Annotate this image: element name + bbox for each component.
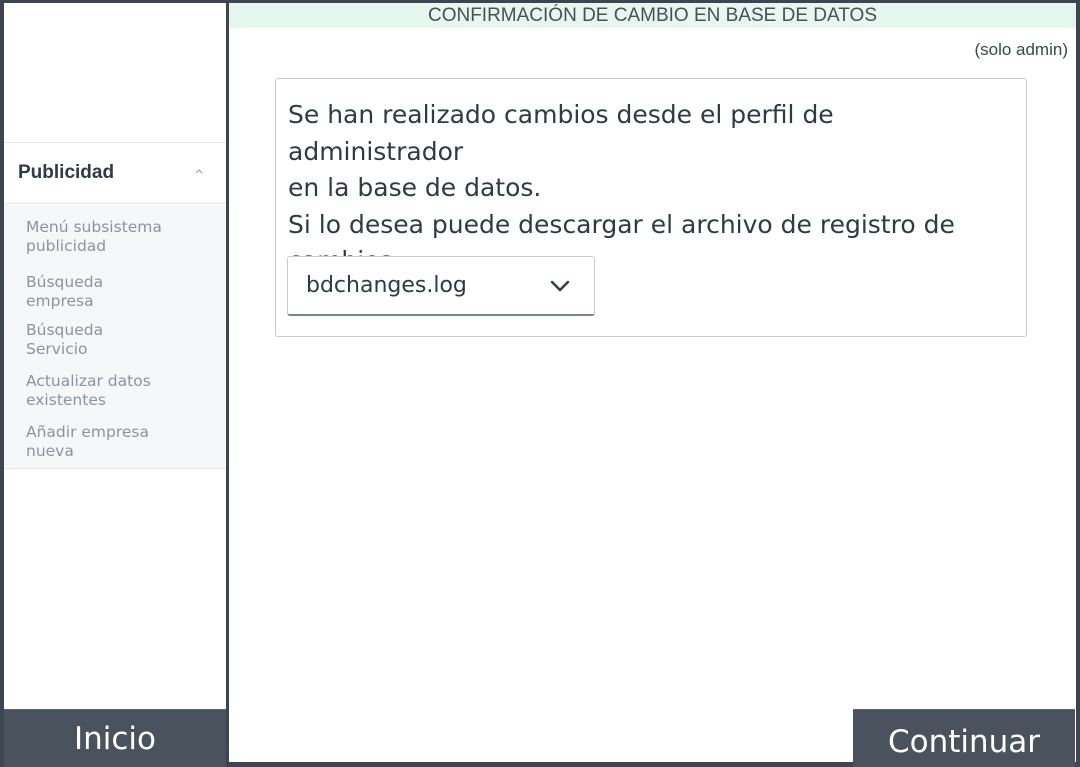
sidebar: Publicidad Menú subsistema publicidad Bú…	[4, 3, 226, 709]
home-button[interactable]: Inicio	[4, 709, 226, 767]
continue-button[interactable]: Continuar	[853, 709, 1075, 767]
sidebar-item-actualizar-datos[interactable]: Actualizar datos existentes	[26, 372, 206, 410]
chevron-down-icon	[550, 280, 570, 292]
page-title: CONFIRMACIÓN DE CAMBIO EN BASE DE DATOS	[229, 3, 1076, 28]
main-panel: CONFIRMACIÓN DE CAMBIO EN BASE DE DATOS …	[229, 3, 1076, 762]
message-line: Se han realizado cambios desde el perfil…	[288, 100, 834, 166]
log-file-dropdown-value: bdchanges.log	[306, 273, 467, 298]
section-title: Publicidad	[18, 162, 115, 183]
submenu-publicidad: Menú subsistema publicidad Búsqueda empr…	[4, 205, 226, 469]
sidebar-item-busqueda-empresa[interactable]: Búsqueda empresa	[26, 273, 206, 311]
confirmation-message: Se han realizado cambios desde el perfil…	[288, 97, 1013, 280]
log-file-dropdown[interactable]: bdchanges.log	[287, 256, 595, 316]
sidebar-item-menu-subsistema[interactable]: Menú subsistema publicidad	[26, 218, 206, 256]
message-line: Si lo desea puede descargar el archivo d…	[288, 209, 955, 239]
confirmation-card: Se han realizado cambios desde el perfil…	[275, 78, 1027, 337]
app-frame: Publicidad Menú subsistema publicidad Bú…	[0, 0, 1080, 767]
sidebar-top-area	[4, 3, 226, 143]
section-header-publicidad[interactable]: Publicidad	[4, 144, 226, 204]
chevron-up-icon[interactable]	[192, 164, 206, 178]
sidebar-item-anadir-empresa[interactable]: Añadir empresa nueva	[26, 423, 206, 461]
message-line: en la base de datos.	[288, 173, 542, 202]
sidebar-item-busqueda-servicio[interactable]: Búsqueda Servicio	[26, 321, 206, 359]
admin-only-note: (solo admin)	[974, 40, 1068, 59]
